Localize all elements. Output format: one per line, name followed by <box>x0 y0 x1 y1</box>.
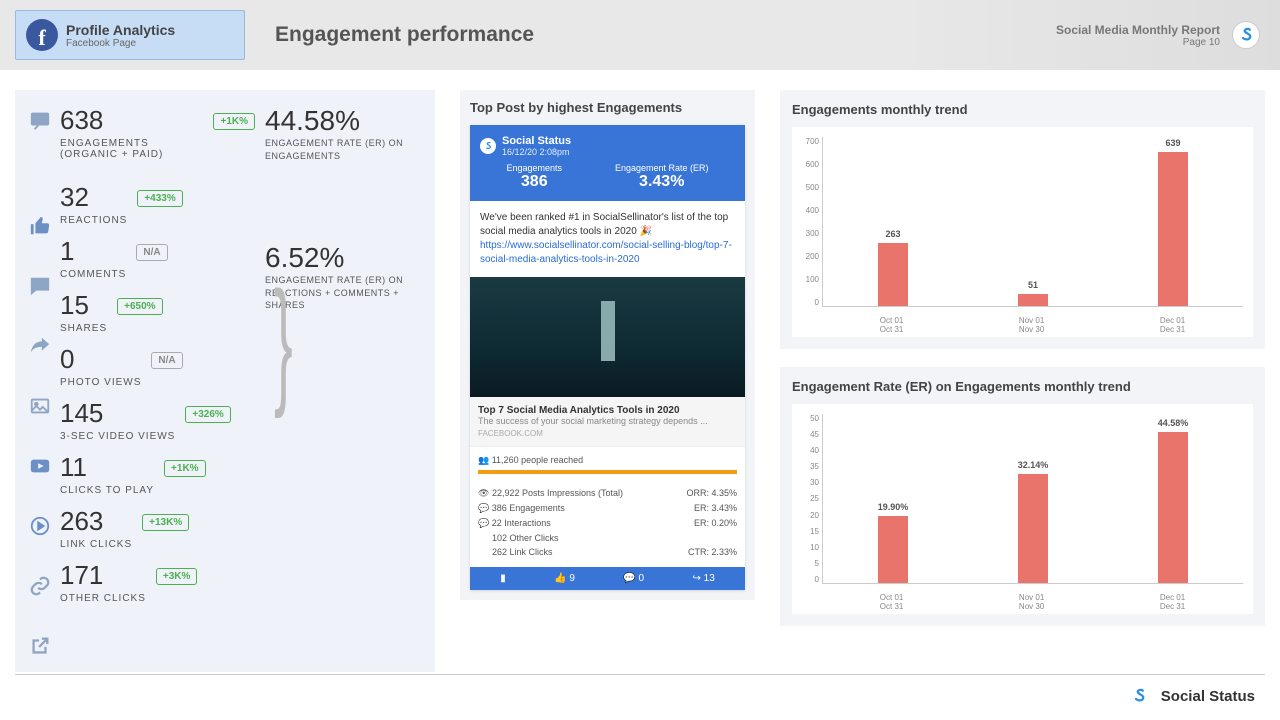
chart-bar: 44.58% <box>1158 432 1188 583</box>
facebook-icon: f <box>26 19 58 51</box>
chart-bar: 639 <box>1158 152 1188 306</box>
engagements-change: +1K% <box>213 113 255 130</box>
link-clicks-value: 263 <box>60 506 132 537</box>
other-clicks-value: 171 <box>60 560 146 591</box>
chart-bar: 263 <box>878 243 908 306</box>
brace-icon: } <box>274 260 293 422</box>
thumbs-up-icon <box>29 215 51 237</box>
profile-subtitle: Facebook Page <box>66 38 175 49</box>
post-link[interactable]: https://www.socialsellinator.com/social-… <box>480 240 732 265</box>
video-icon <box>29 455 51 477</box>
chart-bar: 32.14% <box>1018 474 1048 583</box>
chat-icon <box>29 109 51 131</box>
top-post-card: Top Post by highest Engagements Social S… <box>460 90 755 600</box>
post-image <box>470 277 745 397</box>
metrics-panel: } 638ENGAGEMENTS (ORGANIC + PAID)+1K% 32… <box>15 90 435 672</box>
comment-icon <box>29 275 51 297</box>
profile-badge: f Profile Analytics Facebook Page <box>15 10 245 60</box>
reach-bar <box>478 470 737 474</box>
photo-icon <box>29 395 51 417</box>
video-views-value: 145 <box>60 398 175 429</box>
clicks-play-value: 11 <box>60 452 154 483</box>
post-brand-icon <box>480 138 496 154</box>
report-meta: Social Media Monthly Report Page 10 <box>1056 23 1220 48</box>
reactions-value: 32 <box>60 182 127 213</box>
er-engagements-value: 44.58% <box>265 105 425 137</box>
comments-value: 1 <box>60 236 126 267</box>
play-icon <box>29 515 51 537</box>
shares-value: 15 <box>60 290 107 321</box>
brand-logo-icon <box>1232 21 1260 49</box>
page-title: Engagement performance <box>275 23 534 47</box>
profile-title: Profile Analytics <box>66 22 175 38</box>
chart-bar: 51 <box>1018 294 1048 306</box>
fb-foot-icon: ▮ <box>500 573 506 584</box>
link-icon <box>29 575 51 597</box>
share-icon <box>29 335 51 357</box>
chart-engagements-trend: Engagements monthly trend 70060050040030… <box>780 90 1265 349</box>
engagements-value: 638 <box>60 105 203 136</box>
photo-views-value: 0 <box>60 344 141 375</box>
footer-brand: Social Status <box>1113 682 1255 710</box>
top-bar: f Profile Analytics Facebook Page Engage… <box>0 0 1280 70</box>
external-icon <box>29 635 51 657</box>
chart-bar: 19.90% <box>878 516 908 583</box>
chart-er-trend: Engagement Rate (ER) on Engagements mont… <box>780 367 1265 626</box>
